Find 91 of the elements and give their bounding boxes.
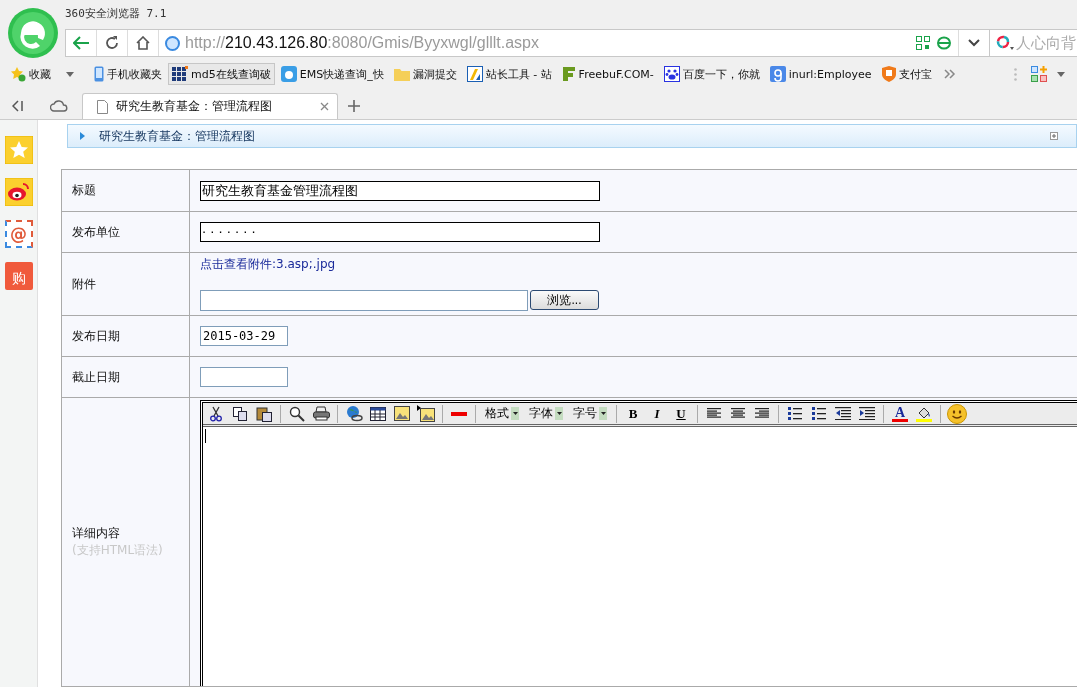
browse-button[interactable]: 浏览...: [530, 290, 599, 310]
paw-icon: [663, 66, 680, 82]
copy-icon: [232, 406, 248, 421]
bold-button[interactable]: B: [622, 403, 644, 424]
star-icon: [10, 66, 26, 82]
caret-icon[interactable]: [512, 412, 518, 415]
breadcrumb-title: 研究生教育基金：管理流程图: [99, 127, 255, 145]
expand-icon[interactable]: [1050, 132, 1058, 140]
new-tab-icon[interactable]: [348, 100, 360, 112]
date-field[interactable]: [200, 367, 288, 387]
bookmark[interactable]: 站长工具 - 站: [462, 63, 556, 85]
format-dropdown[interactable]: 字体: [525, 403, 567, 424]
bookmark[interactable]: FreebuF.COM-: [557, 63, 658, 85]
align-center-icon: [731, 408, 745, 419]
search-placeholder: 人心向背: [1016, 33, 1076, 53]
bookmark[interactable]: EMS快递查询_快: [276, 63, 388, 85]
image-icon: [394, 406, 410, 421]
font-color-button[interactable]: A: [889, 403, 911, 424]
label-cell: 标题: [62, 170, 190, 211]
shield-icon: [881, 66, 896, 82]
format-dropdown[interactable]: 格式: [481, 403, 523, 424]
date-field[interactable]: 2015-03-29: [200, 326, 288, 346]
label-cell: 截止日期: [62, 357, 190, 397]
insert-button[interactable]: [415, 403, 437, 424]
f-logo-icon: [561, 66, 576, 82]
bookmark[interactable]: 手机收藏夹: [90, 63, 166, 85]
phone-icon: [94, 66, 104, 82]
folder-icon: [393, 67, 410, 81]
left-arrow-icon[interactable]: [73, 36, 89, 50]
apps-icon[interactable]: [1031, 66, 1047, 82]
double-chevron-icon[interactable]: [943, 69, 956, 79]
bookmark[interactable]: md5在线查询破: [168, 63, 275, 85]
align-right-icon: [755, 408, 769, 419]
label-cell: 附件: [62, 253, 190, 315]
weibo-icon[interactable]: [4, 178, 33, 206]
browser-logo: [7, 8, 58, 58]
image-icon: [417, 405, 435, 422]
scissors-icon: [210, 405, 222, 422]
bookmark[interactable]: 收藏: [6, 63, 78, 85]
text-cursor: [205, 429, 206, 443]
smile-button[interactable]: [946, 403, 968, 424]
cloud-icon[interactable]: [50, 100, 68, 112]
underline-button[interactable]: U: [670, 403, 692, 424]
rich-text-editor[interactable]: 格式 字体 字号 B I U A: [200, 400, 1077, 686]
bookmark[interactable]: inurl:Employee: [765, 63, 876, 85]
outdent-icon: [835, 407, 851, 420]
page-icon: [97, 99, 108, 114]
globe-icon: [345, 405, 363, 422]
reload-icon[interactable]: [105, 36, 119, 50]
close-icon[interactable]: [320, 102, 329, 111]
star-icon[interactable]: [4, 136, 33, 164]
format-dropdown[interactable]: 字号: [569, 403, 611, 424]
search-icon[interactable]: [996, 35, 1014, 51]
bookmark[interactable]: 支付宝: [877, 63, 936, 85]
paint-bucket-icon: [916, 405, 932, 422]
chevron-down-icon[interactable]: [968, 39, 980, 47]
label-cell: 发布单位: [62, 212, 190, 252]
tool-icon: [466, 66, 483, 82]
triangle-icon: [80, 132, 85, 140]
caret-icon[interactable]: [1057, 71, 1065, 77]
sidebar-toggle-icon[interactable]: [12, 100, 24, 112]
align-left-icon: [707, 408, 721, 419]
italic-button[interactable]: I: [646, 403, 668, 424]
bullet-list-icon: [812, 406, 826, 421]
file-field[interactable]: [200, 290, 528, 311]
browser-tab[interactable]: 研究生教育基金：管理流程图: [82, 93, 338, 119]
clipboard-icon: [256, 405, 272, 422]
globe-icon: [165, 35, 180, 51]
home-icon[interactable]: [136, 36, 150, 50]
text-field[interactable]: · · · · · · ·: [200, 222, 600, 242]
printer-icon: [312, 406, 330, 421]
mail-icon[interactable]: @: [4, 220, 33, 248]
image-button[interactable]: [391, 403, 413, 424]
print-button[interactable]: [310, 403, 332, 424]
qr-code-icon[interactable]: [916, 36, 930, 50]
bookmark[interactable]: 漏洞提交: [389, 63, 461, 85]
grid-icon: [172, 66, 188, 82]
text-field[interactable]: 研究生教育基金管理流程图: [200, 180, 600, 201]
bookmark[interactable]: 百度一下，你就: [659, 63, 764, 85]
numbered-list-icon: [788, 406, 802, 421]
window-title: 360安全浏览器 7.1: [65, 6, 168, 22]
search-icon: [289, 405, 305, 422]
caret-icon[interactable]: [556, 412, 562, 415]
table-icon: [370, 406, 386, 421]
indent-icon: [859, 407, 875, 420]
caret-icon[interactable]: [600, 412, 606, 415]
smiley-icon: [947, 403, 967, 424]
attachment-link[interactable]: 点击查看附件:3.asp;.jpg: [200, 256, 1077, 273]
caret-icon[interactable]: [66, 71, 74, 77]
label-cell: 发布日期: [62, 316, 190, 356]
g-logo-icon: [769, 66, 786, 82]
